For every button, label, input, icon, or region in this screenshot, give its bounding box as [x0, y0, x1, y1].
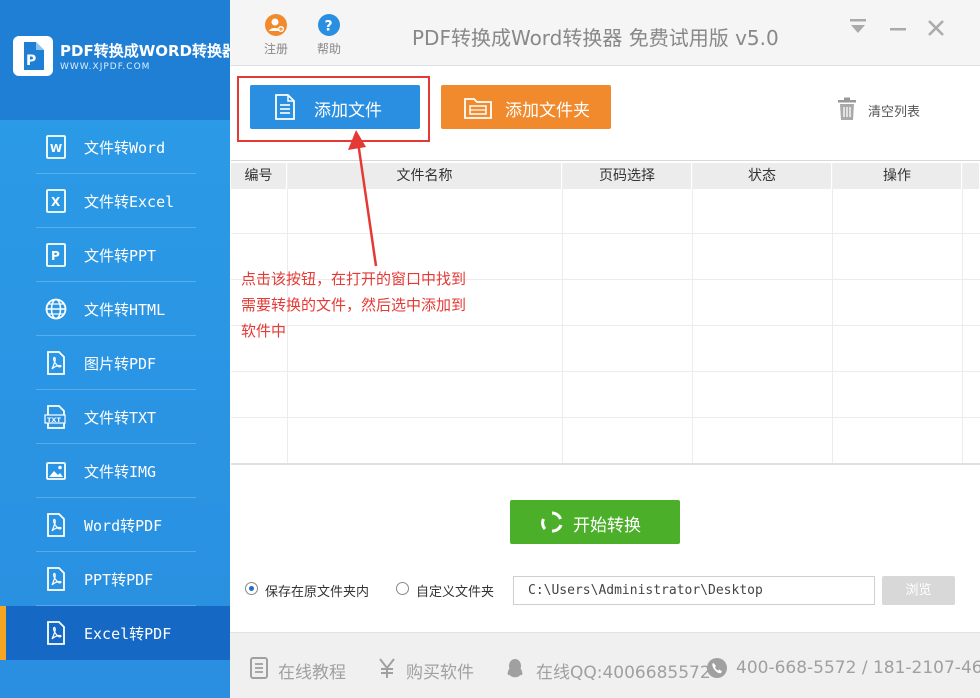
trash-icon: [838, 97, 856, 120]
app-logo-icon: P: [13, 36, 53, 76]
table-grid-line: [231, 371, 980, 372]
save-original-radio[interactable]: [245, 582, 258, 595]
close-icon[interactable]: [924, 16, 948, 40]
sidebar-item-excel-to-pdf[interactable]: Excel转PDF: [0, 606, 230, 660]
sidebar-item-label: Excel转PDF: [84, 625, 172, 643]
sidebar-item-file-to-html[interactable]: 文件转HTML: [0, 282, 230, 336]
custom-folder-label: 自定义文件夹: [416, 585, 495, 600]
sidebar-item-word-to-pdf[interactable]: Word转PDF: [0, 498, 230, 552]
qq-icon: [504, 657, 526, 684]
pdf-icon: [44, 567, 68, 591]
logo-title: PDF转换成WORD转换器: [60, 42, 237, 60]
word-icon: W: [44, 135, 68, 159]
column-header-spacer: [963, 163, 980, 189]
logo-area: P PDF转换成WORD转换器 WWW.XJPDF.COM: [0, 0, 237, 120]
excel-icon: X: [44, 189, 68, 213]
sidebar-item-label: 文件转TXT: [84, 409, 157, 427]
sidebar-item-label: 文件转IMG: [84, 463, 157, 481]
sidebar: P PDF转换成WORD转换器 WWW.XJPDF.COM W 文件转Word …: [0, 0, 237, 698]
txt-icon: TXT: [44, 405, 68, 429]
online-qq-label: 在线QQ:4006685572: [536, 663, 711, 683]
column-header-action: 操作: [833, 163, 962, 189]
table-grid-line: [832, 189, 833, 465]
buy-software-label: 购买软件: [406, 663, 474, 683]
table-grid-line: [962, 189, 963, 465]
sidebar-item-file-to-excel[interactable]: X 文件转Excel: [0, 174, 230, 228]
help-label: 帮助: [316, 42, 341, 56]
annotation-line: 需要转换的文件，然后选中添加到: [241, 296, 467, 314]
svg-text:X: X: [51, 195, 61, 209]
sidebar-item-label: 文件转HTML: [84, 301, 166, 319]
footer: 在线教程 购买软件 在线QQ:4006685572 400-668-5572 /…: [230, 632, 980, 698]
annotation-line: 软件中: [241, 322, 287, 340]
document-icon: [272, 93, 298, 126]
svg-text:P: P: [51, 249, 60, 263]
sidebar-item-label: 文件转Word: [84, 139, 166, 157]
svg-text:P: P: [26, 53, 36, 69]
output-path-field[interactable]: C:\Users\Administrator\Desktop: [513, 576, 875, 605]
sidebar-bottom: [0, 660, 230, 698]
sidebar-item-label: 文件转PPT: [84, 247, 157, 265]
save-original-label: 保存在原文件夹内: [265, 585, 370, 600]
sidebar-item-label: 文件转Excel: [84, 193, 175, 211]
refresh-icon: [540, 510, 564, 539]
ppt-icon: P: [44, 243, 68, 267]
sidebar-item-image-to-pdf[interactable]: 图片转PDF: [0, 336, 230, 390]
pdf-icon: [44, 351, 68, 375]
help-button[interactable]: ? 帮助: [309, 14, 349, 57]
annotation-line: 点击该按钮，在打开的窗口中找到: [241, 270, 467, 288]
browse-button[interactable]: 浏览: [882, 576, 955, 605]
minimize-icon[interactable]: [886, 16, 910, 40]
pdf-icon: [44, 621, 68, 645]
add-file-label: 添加文件: [314, 101, 382, 121]
clear-list-label: 清空列表: [868, 105, 921, 120]
add-folder-label: 添加文件夹: [505, 101, 590, 121]
column-header-filename: 文件名称: [288, 163, 562, 189]
sidebar-item-file-to-img[interactable]: 文件转IMG: [0, 444, 230, 498]
sidebar-nav: W 文件转Word X 文件转Excel P 文件转PPT 文件转HTML 图片…: [0, 120, 230, 660]
globe-icon: [44, 297, 68, 321]
online-tutorial-label: 在线教程: [278, 663, 346, 683]
phone-icon: [706, 657, 728, 684]
column-header-page-range: 页码选择: [563, 163, 692, 189]
register-label: 注册: [263, 42, 288, 56]
sidebar-item-file-to-txt[interactable]: TXT 文件转TXT: [0, 390, 230, 444]
column-header-index: 编号: [231, 163, 287, 189]
svg-text:TXT: TXT: [47, 416, 61, 424]
help-icon: ?: [318, 14, 340, 36]
yen-icon: [376, 657, 398, 684]
register-button[interactable]: 注册: [256, 14, 296, 57]
table-bottom-border: [231, 463, 980, 465]
user-icon: [265, 14, 287, 36]
add-folder-button[interactable]: 添加文件夹: [441, 85, 611, 129]
sidebar-item-file-to-word[interactable]: W 文件转Word: [0, 120, 230, 174]
app-title: PDF转换成Word转换器 免费试用版 v5.0: [412, 26, 779, 50]
logo-subtitle: WWW.XJPDF.COM: [60, 62, 151, 72]
custom-folder-radio[interactable]: [396, 582, 409, 595]
start-convert-button[interactable]: 开始转换: [510, 500, 680, 544]
clear-list-button[interactable]: 清空列表: [836, 97, 920, 125]
table-grid-line: [231, 417, 980, 418]
folder-icon: [463, 93, 493, 126]
annotation-arrow: [348, 130, 378, 267]
svg-text:W: W: [50, 142, 62, 155]
phone-label: 400-668-5572 / 181-2107-4602: [736, 658, 980, 678]
sidebar-item-ppt-to-pdf[interactable]: PPT转PDF: [0, 552, 230, 606]
pdf-icon: [44, 513, 68, 537]
annotation-text: 点击该按钮，在打开的窗口中找到 需要转换的文件，然后选中添加到 软件中: [241, 266, 541, 344]
svg-text:?: ?: [325, 19, 333, 35]
start-convert-label: 开始转换: [573, 516, 641, 536]
table-grid-line: [562, 189, 563, 465]
sidebar-item-file-to-ppt[interactable]: P 文件转PPT: [0, 228, 230, 282]
title-bar: 注册 ? 帮助 PDF转换成Word转换器 免费试用版 v5.0: [230, 0, 980, 66]
sidebar-item-label: Word转PDF: [84, 517, 163, 535]
book-icon: [248, 657, 270, 684]
sidebar-item-label: PPT转PDF: [84, 571, 154, 589]
sidebar-item-label: 图片转PDF: [84, 355, 157, 373]
column-header-status: 状态: [693, 163, 832, 189]
dropdown-menu-icon[interactable]: [846, 16, 870, 40]
add-file-button[interactable]: 添加文件: [250, 85, 420, 129]
table-grid-line: [692, 189, 693, 465]
image-icon: [44, 459, 68, 483]
